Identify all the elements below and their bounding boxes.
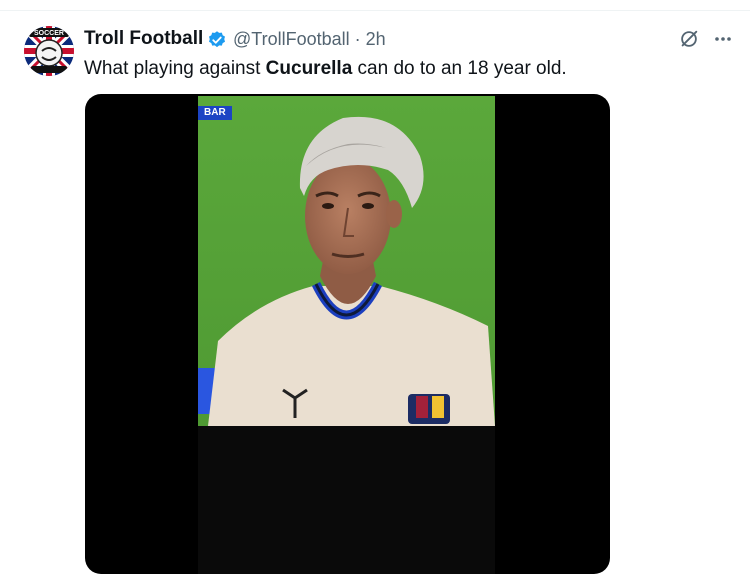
more-icon[interactable] — [710, 26, 736, 52]
timestamp[interactable]: 2h — [366, 29, 386, 49]
grok-icon[interactable] — [678, 28, 700, 50]
avatar-logo: SOCCER — [24, 26, 74, 76]
video-frame[interactable]: BAR — [198, 96, 495, 574]
author-name[interactable]: Troll Football — [84, 28, 203, 50]
video-still — [198, 96, 495, 574]
divider — [0, 10, 750, 11]
score-badge: BAR — [198, 106, 232, 120]
tweet-text-part-2: can do to an 18 year old. — [352, 58, 567, 79]
avatar-logo-text: SOCCER — [34, 30, 64, 37]
verified-badge-icon — [209, 31, 225, 48]
avatar[interactable]: SOCCER — [24, 26, 74, 76]
handle-and-time: @TrollFootball · 2h — [233, 29, 386, 50]
tweet-text: What playing against Cucurella can do to… — [84, 58, 567, 80]
tweet: SOCCER Troll Football @TrollFootball · 2… — [0, 0, 750, 574]
handle[interactable]: @TrollFootball — [233, 29, 350, 49]
tweet-text-bold: Cucurella — [265, 58, 353, 79]
tweet-text-part-1: What playing against — [84, 58, 266, 79]
separator: · — [349, 29, 366, 49]
video-player[interactable]: BAR — [85, 94, 610, 574]
